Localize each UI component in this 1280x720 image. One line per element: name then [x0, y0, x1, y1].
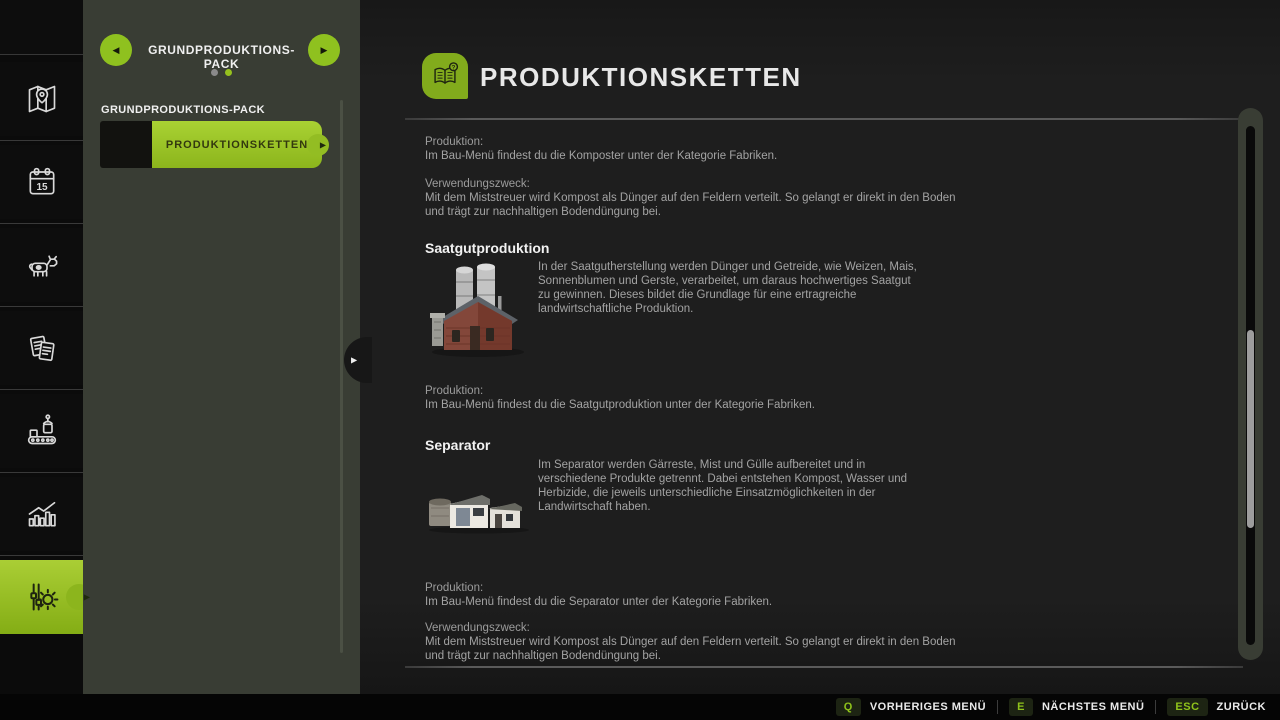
input-hints-bar: Q VORHERIGES MENÜ E NÄCHSTES MENÜ ESC ZU…: [0, 694, 1280, 720]
seed-production-factory-image: [426, 258, 530, 363]
production-icon: [22, 411, 62, 451]
produktion-label: Produktion:: [425, 135, 483, 149]
map-icon: [22, 79, 62, 119]
separator-building-image: [426, 486, 532, 539]
help-topic-produktionsketten[interactable]: PRODUKTIONSKETTEN ▶: [100, 121, 322, 168]
section-heading-separator: Separator: [425, 437, 490, 453]
hint-back[interactable]: ESC ZURÜCK: [1167, 698, 1266, 716]
help-settings-icon: [22, 577, 62, 617]
main-menu-sidebar: 15: [0, 0, 83, 694]
separator-verwendungszweck-text: Mit dem Miststreuer wird Kompost als Dün…: [425, 635, 970, 663]
topic-thumbnail-slot: [100, 121, 152, 168]
hint-separator: [1155, 700, 1156, 714]
help-content-area: ? PRODUKTIONSKETTEN Produktion: Im Bau-M…: [360, 0, 1280, 694]
saatgut-produktion-text: Im Bau-Menü findest du die Saatgutproduk…: [425, 398, 1025, 412]
topic-tab: PRODUKTIONSKETTEN ▶: [152, 121, 322, 168]
chevron-left-icon: ◀: [113, 45, 120, 56]
sidebar-separator: [0, 140, 83, 141]
sidebar-item-statistics[interactable]: [0, 477, 83, 551]
panel-section-label: GRUNDPRODUKTIONS-PACK: [101, 104, 265, 116]
calendar-day: 15: [36, 182, 48, 193]
key-esc: ESC: [1167, 698, 1207, 716]
svg-text:?: ?: [452, 65, 456, 72]
separator-description: Im Separator werden Gärreste, Mist und G…: [538, 458, 928, 514]
carousel-pagination: [83, 69, 360, 76]
sidebar-separator: [0, 555, 83, 556]
pagination-dot: [211, 69, 218, 76]
carousel-title: GRUNDPRODUKTIONS-PACK: [135, 43, 308, 71]
sidebar-item-help-settings[interactable]: ▶: [0, 560, 83, 634]
game-help-screen: 15: [0, 0, 1280, 720]
section-heading-saatgutproduktion: Saatgutproduktion: [425, 240, 549, 256]
carousel-next-button[interactable]: ▶: [308, 34, 340, 66]
hint-next-menu[interactable]: E NÄCHSTES MENÜ: [1009, 698, 1144, 716]
saatgut-description: In der Saatgutherstellung werden Dünger …: [538, 260, 923, 316]
content-divider-top: [405, 118, 1243, 120]
chevron-right-icon: ▶: [321, 45, 328, 56]
hint-back-label: ZURÜCK: [1217, 701, 1266, 713]
saatgut-produktion-label: Produktion:: [425, 384, 483, 398]
page-title: PRODUKTIONSKETTEN: [480, 62, 802, 93]
sidebar-separator: [0, 223, 83, 224]
content-scrollbar-thumb[interactable]: [1247, 330, 1254, 528]
animals-icon: [22, 245, 62, 285]
help-category-panel: ◀ GRUNDPRODUKTIONS-PACK ▶ GRUNDPRODUKTIO…: [83, 0, 360, 694]
sidebar-item-animals[interactable]: [0, 228, 83, 302]
separator-produktion-text: Im Bau-Menü findest du die Separator unt…: [425, 595, 1025, 609]
hint-next-menu-label: NÄCHSTES MENÜ: [1042, 701, 1144, 713]
sidebar-separator: [0, 472, 83, 473]
help-book-badge: ?: [422, 53, 468, 99]
handle-arrow-icon: ▶: [351, 356, 357, 365]
pagination-dot-active: [225, 69, 232, 76]
key-e: E: [1009, 698, 1033, 716]
topic-label: PRODUKTIONSKETTEN: [166, 139, 308, 151]
calendar-icon: 15: [22, 162, 62, 202]
hint-previous-menu-label: VORHERIGES MENÜ: [870, 701, 986, 713]
verwendungszweck-text: Mit dem Miststreuer wird Kompost als Dün…: [425, 191, 970, 219]
help-book-icon: ?: [428, 59, 462, 93]
sidebar-item-production[interactable]: [0, 394, 83, 468]
verwendungszweck-label: Verwendungszweck:: [425, 177, 530, 191]
hint-separator: [997, 700, 998, 714]
sidebar-item-calendar[interactable]: 15: [0, 145, 83, 219]
sidebar-separator: [0, 389, 83, 390]
topic-arrow-icon: ▶: [320, 140, 326, 149]
separator-produktion-label: Produktion:: [425, 581, 483, 595]
key-q: Q: [836, 698, 861, 716]
active-tab-arrow-icon: ▶: [84, 593, 90, 602]
carousel-prev-button[interactable]: ◀: [100, 34, 132, 66]
sidebar-top-spacer: [0, 0, 83, 55]
separator-verwendungszweck-label: Verwendungszweck:: [425, 621, 530, 635]
sidebar-item-contracts[interactable]: [0, 311, 83, 385]
produktion-text: Im Bau-Menü findest du die Komposter unt…: [425, 149, 1025, 163]
sidebar-item-map[interactable]: [0, 62, 83, 136]
statistics-icon: [22, 494, 62, 534]
hint-previous-menu[interactable]: Q VORHERIGES MENÜ: [836, 698, 986, 716]
sidebar-separator: [0, 306, 83, 307]
content-divider-bottom: [405, 666, 1243, 668]
contracts-icon: [22, 328, 62, 368]
panel-scrollbar[interactable]: [340, 100, 343, 653]
category-carousel: ◀ GRUNDPRODUKTIONS-PACK ▶: [83, 34, 360, 68]
